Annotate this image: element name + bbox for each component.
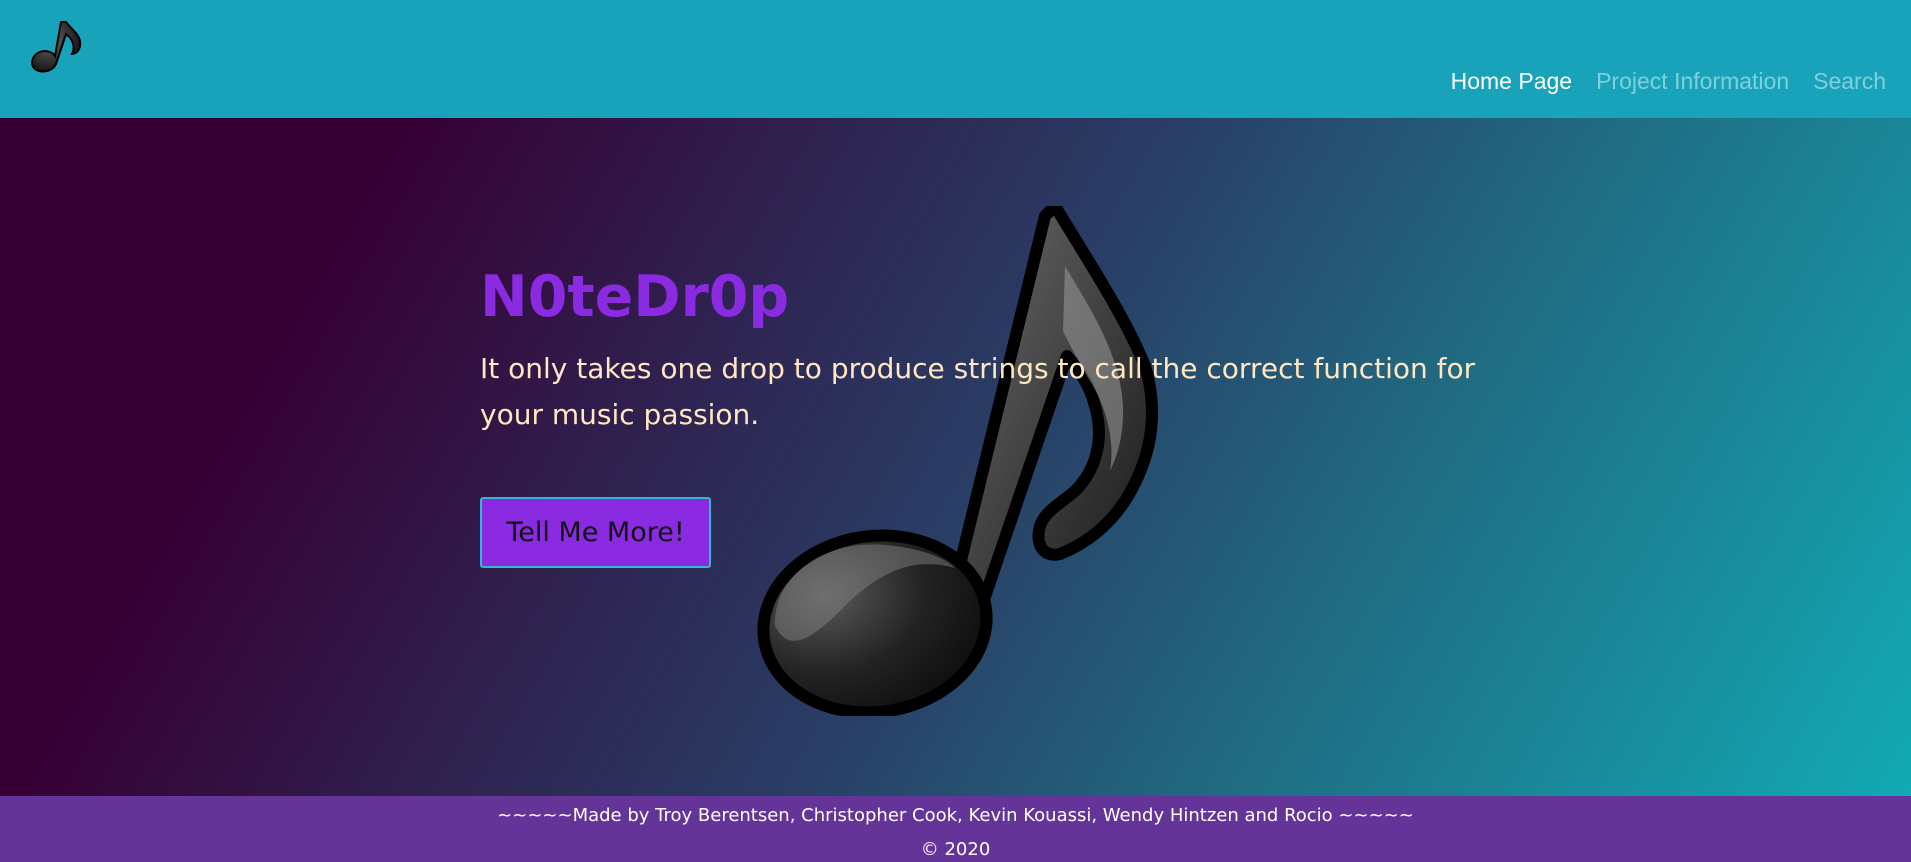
nav-project-information[interactable]: Project Information <box>1596 68 1789 95</box>
hero-section: N0teDr0p It only takes one drop to produ… <box>0 118 1911 796</box>
nav-search[interactable]: Search <box>1813 68 1886 95</box>
footer: ~~~~~Made by Troy Berentsen, Christopher… <box>0 796 1911 862</box>
nav-home-page[interactable]: Home Page <box>1451 68 1572 95</box>
footer-credits: ~~~~~Made by Troy Berentsen, Christopher… <box>497 805 1414 826</box>
music-note-icon[interactable] <box>28 18 84 74</box>
navbar: Home Page Project Information Search <box>0 0 1911 118</box>
hero-tagline: It only takes one drop to produce string… <box>480 352 1476 431</box>
tell-me-more-button[interactable]: Tell Me More! <box>480 497 711 568</box>
main-nav: Home Page Project Information Search <box>1451 68 1886 95</box>
music-note-icon <box>757 206 1159 716</box>
hero-title: N0teDr0p <box>480 264 790 330</box>
footer-copyright: © 2020 <box>920 839 991 860</box>
